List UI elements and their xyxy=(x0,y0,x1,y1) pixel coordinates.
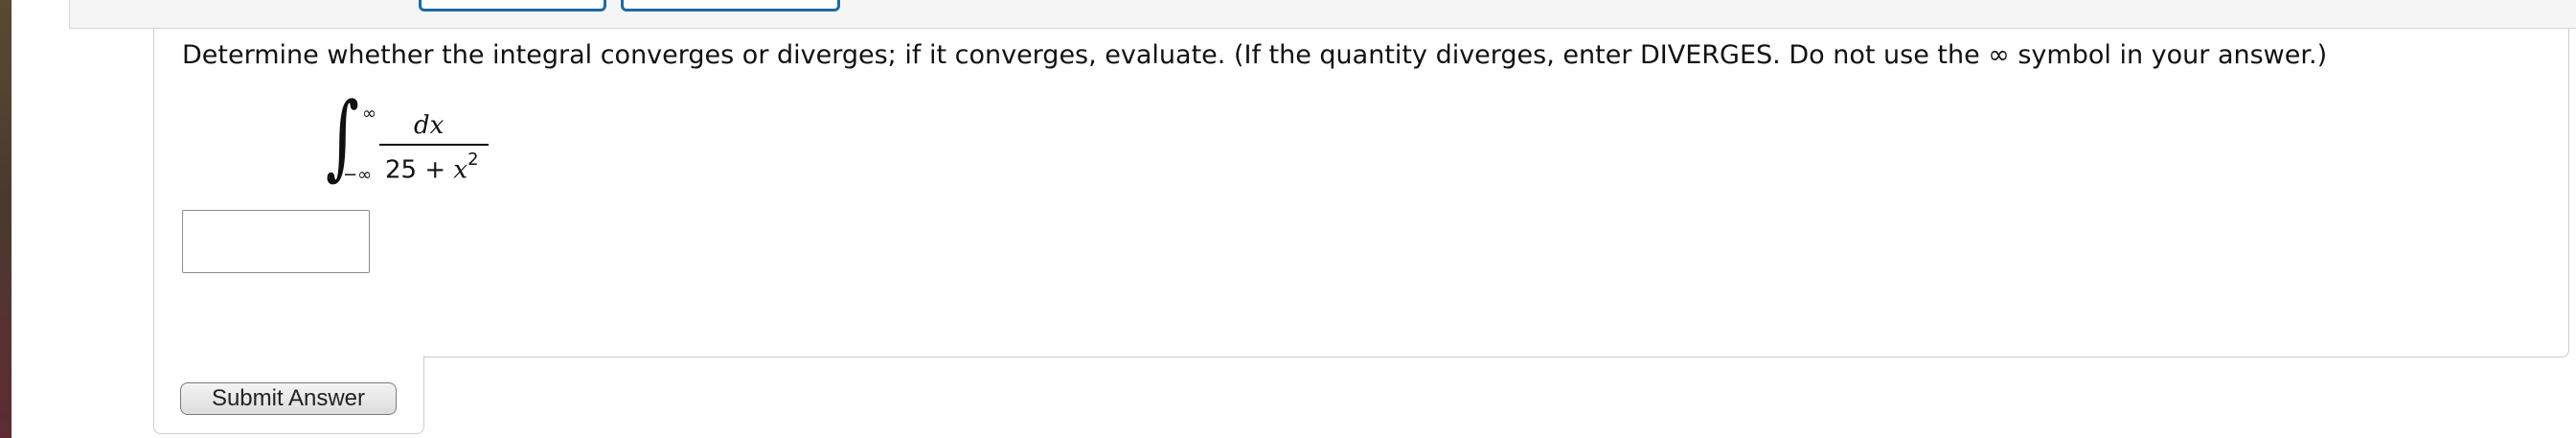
top-toolbar xyxy=(69,0,2576,29)
fraction-bar xyxy=(379,144,489,146)
question-prompt: Determine whether the integral converges… xyxy=(182,40,2328,70)
denominator-constant: 25 + xyxy=(385,155,454,185)
top-tab-button-1[interactable] xyxy=(419,0,606,12)
integral-upper-limit: ∞ xyxy=(362,104,376,124)
top-tab-button-2[interactable] xyxy=(621,0,840,12)
denominator-variable: x xyxy=(453,155,468,185)
page: Determine whether the integral converges… xyxy=(0,0,2576,438)
integral-expression: ∫ ∞ −∞ dx 25 + x2 xyxy=(326,90,498,196)
side-strip xyxy=(0,0,11,438)
answer-input[interactable] xyxy=(182,210,370,273)
question-panel xyxy=(153,29,2569,357)
integral-lower-limit: −∞ xyxy=(343,165,373,185)
submit-answer-button[interactable]: Submit Answer xyxy=(180,382,397,415)
fraction-numerator: dx xyxy=(414,111,445,140)
fraction-denominator: 25 + x2 xyxy=(385,150,479,185)
denominator-exponent: 2 xyxy=(467,150,479,170)
